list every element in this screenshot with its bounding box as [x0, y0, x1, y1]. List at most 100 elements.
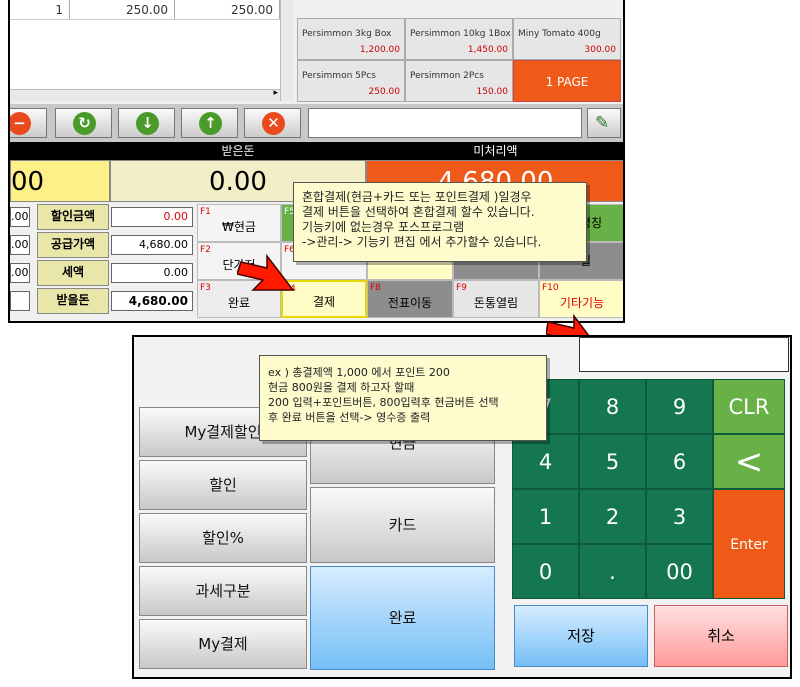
- product-button[interactable]: Miny Tomato 400g 300.00: [513, 18, 621, 60]
- product-button[interactable]: Persimmon 10kg 1Box 1,450.00: [405, 18, 513, 60]
- key-9[interactable]: 9: [646, 379, 713, 434]
- key-double-zero[interactable]: 00: [646, 544, 713, 599]
- complete-button[interactable]: 완료: [310, 566, 495, 670]
- product-name: Miny Tomato 400g: [518, 29, 601, 39]
- tooltip-line: 기능키에 없는경우 포스프로그램: [302, 220, 465, 234]
- numeric-keypad: 7 8 9 CLR 4 5 6 < 1 2 3 Enter 0 . 00: [512, 379, 788, 599]
- product-price: 300.00: [584, 45, 617, 55]
- product-button[interactable]: Persimmon 3kg Box 1,200.00: [297, 18, 405, 60]
- tooltip-line: ex ) 총결제액 1,000 에서 포인트 200: [268, 366, 450, 379]
- cancel-button[interactable]: 취소: [654, 605, 788, 667]
- tax-type-button[interactable]: 과세구분: [139, 566, 307, 616]
- left-value: .00: [10, 235, 30, 255]
- red-arrow-icon: [237, 253, 295, 291]
- fkey-number: F10: [542, 283, 559, 293]
- point-payment-tooltip: ex ) 총결제액 1,000 에서 포인트 200 현금 800원을 결제 하…: [259, 355, 547, 441]
- product-price: 250.00: [368, 87, 401, 97]
- memo-input[interactable]: [308, 108, 582, 138]
- key-8[interactable]: 8: [579, 379, 646, 434]
- grid-cell: 1: [10, 0, 70, 19]
- discount-label: 할인금액: [37, 204, 109, 230]
- discount-percent-button[interactable]: 할인%: [139, 513, 307, 563]
- f9-cash-drawer-button[interactable]: F9 돈통열림: [453, 280, 539, 318]
- f1-cash-button[interactable]: F1 ₩현금: [197, 204, 281, 242]
- tooltip-line: ->관리-> 기능키 편집 에서 추가할수 있습니다.: [302, 235, 542, 249]
- fkey-number: F8: [370, 283, 381, 293]
- fkey-label: 전표이동: [387, 296, 433, 310]
- key-5[interactable]: 5: [579, 434, 646, 489]
- tax-value: 0.00: [111, 263, 193, 283]
- refresh-button[interactable]: ↻: [55, 108, 112, 138]
- tax-label: 세액: [37, 260, 109, 286]
- clear-button[interactable]: CLR: [713, 379, 785, 434]
- grid-cell: 250.00: [70, 0, 175, 19]
- key-4[interactable]: 4: [512, 434, 579, 489]
- enter-button[interactable]: Enter: [713, 489, 785, 599]
- fkey-number: F9: [456, 283, 467, 293]
- mixed-payment-tooltip: 혼합결제(현금+카드 또는 포인트결제 )일경우 결제 버튼을 선택하여 혼합결…: [293, 182, 587, 262]
- key-0[interactable]: 0: [512, 544, 579, 599]
- fkey-number: F2: [200, 245, 211, 255]
- cancel-item-button[interactable]: ✕: [244, 108, 301, 138]
- discount-button[interactable]: 할인: [139, 460, 307, 510]
- product-price: 1,450.00: [467, 45, 508, 55]
- table-row[interactable]: 1 250.00 250.00: [10, 0, 280, 20]
- refresh-icon: ↻: [73, 112, 96, 135]
- key-1[interactable]: 1: [512, 489, 579, 544]
- vertical-scrollbar[interactable]: [280, 0, 293, 101]
- tooltip-line: 혼합결제(현금+카드 또는 포인트결제 )일경우: [302, 190, 532, 204]
- horizontal-scrollbar[interactable]: ▸: [10, 88, 280, 101]
- product-name: Persimmon 3kg Box: [302, 29, 392, 39]
- tooltip-line: 결제 버튼을 선택하여 혼합결제 할수 있습니다.: [302, 205, 535, 219]
- save-button[interactable]: 저장: [514, 605, 648, 667]
- product-button[interactable]: Persimmon 2Pcs 150.00: [405, 60, 513, 102]
- product-name: Persimmon 2Pcs: [410, 71, 484, 81]
- total-value: 00: [10, 160, 110, 202]
- grid-cell: 250.00: [175, 0, 280, 19]
- tooltip-line: 후 완료 버튼을 선택-> 영수증 출력: [268, 411, 431, 424]
- fkey-number: F3: [200, 283, 211, 293]
- due-value: 4,680.00: [111, 291, 193, 311]
- key-6[interactable]: 6: [646, 434, 713, 489]
- item-grid[interactable]: 1 250.00 250.00 ▸: [10, 0, 293, 101]
- key-dot[interactable]: .: [579, 544, 646, 599]
- my-payment-button[interactable]: My결제: [139, 619, 307, 669]
- move-down-button[interactable]: ↓: [118, 108, 175, 138]
- tooltip-line: 200 입력+포인트버튼, 800입력후 현금버튼 선택: [268, 396, 499, 409]
- move-up-button[interactable]: ↑: [181, 108, 238, 138]
- product-name: Persimmon 5Pcs: [302, 71, 376, 81]
- card-button[interactable]: 카드: [310, 487, 495, 563]
- left-value: .00: [10, 263, 30, 283]
- product-price: 1,200.00: [359, 45, 400, 55]
- key-3[interactable]: 3: [646, 489, 713, 544]
- left-value: .00: [10, 207, 30, 227]
- supply-label: 공급가액: [37, 232, 109, 258]
- supply-value: 4,680.00: [111, 235, 193, 255]
- arrow-down-icon: ↓: [136, 112, 159, 135]
- amount-input[interactable]: [579, 337, 789, 372]
- product-price: 150.00: [476, 87, 509, 97]
- payment-window: My결제할인 할인 할인% 과세구분 My결제 현금 카드 완료 7 8 9 C…: [132, 335, 792, 679]
- unpaid-header: 미처리액: [366, 142, 623, 160]
- left-value: [10, 291, 30, 311]
- key-2[interactable]: 2: [579, 489, 646, 544]
- minus-icon: −: [10, 112, 31, 135]
- product-name: Persimmon 10kg 1Box: [410, 29, 511, 39]
- pencil-icon: ✎: [595, 113, 610, 133]
- backspace-button[interactable]: <: [713, 434, 785, 489]
- action-toolbar: − ↻ ↓ ↑ ✕ ✎: [10, 104, 623, 142]
- fkey-number: F1: [200, 207, 211, 217]
- page-button[interactable]: 1 PAGE: [513, 60, 621, 102]
- pos-window: 1 250.00 250.00 ▸ Persimmon 3kg Box 1,20…: [8, 0, 625, 323]
- scroll-right-icon[interactable]: ▸: [273, 88, 278, 98]
- delete-button[interactable]: −: [10, 108, 47, 138]
- due-label: 받을돈: [37, 288, 109, 314]
- f8-slip-move-button[interactable]: F8 전표이동: [367, 280, 453, 318]
- close-icon: ✕: [262, 112, 285, 135]
- product-button[interactable]: Persimmon 5Pcs 250.00: [297, 60, 405, 102]
- fkey-label: 돈통열림: [473, 296, 519, 310]
- received-header: 받은돈: [110, 142, 366, 160]
- edit-button[interactable]: ✎: [587, 108, 621, 138]
- fkey-label: ₩현금: [222, 220, 256, 234]
- arrow-up-icon: ↑: [199, 112, 222, 135]
